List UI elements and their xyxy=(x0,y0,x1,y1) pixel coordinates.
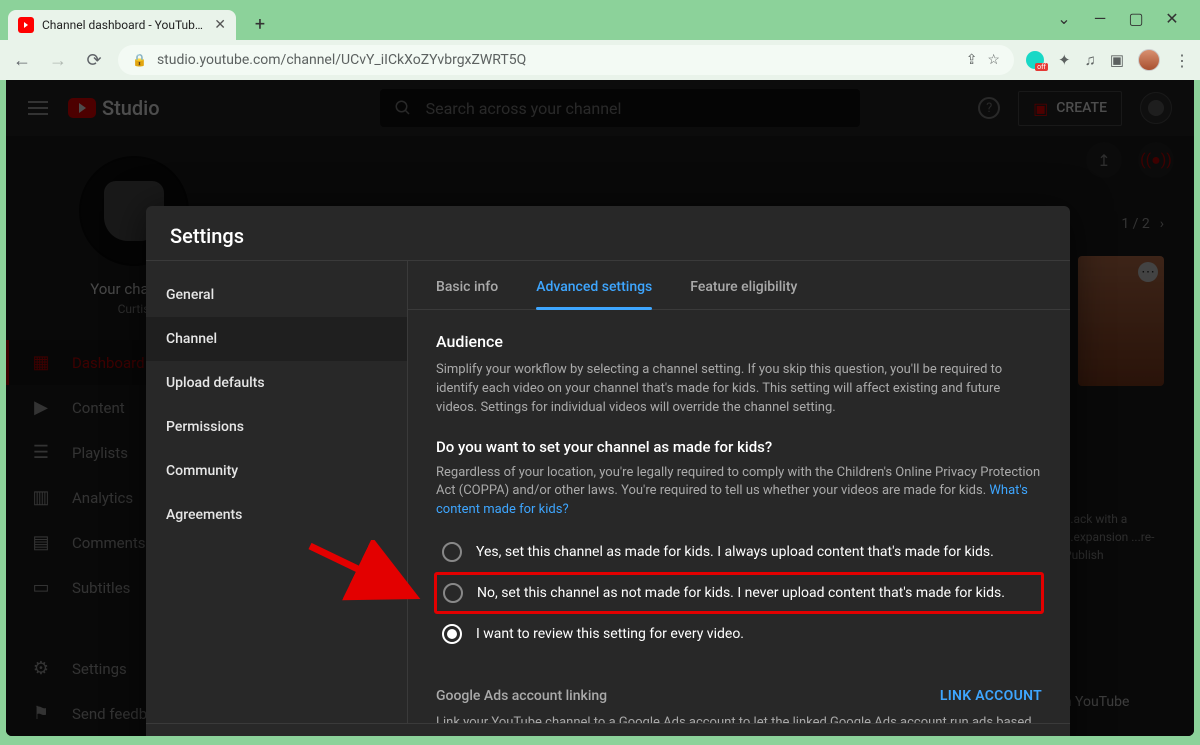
tab-close-icon[interactable]: ✕ xyxy=(214,17,226,33)
ads-linking-title: Google Ads account linking xyxy=(436,688,607,704)
minimize-icon[interactable]: — xyxy=(1092,10,1108,26)
radio-not-kids[interactable]: No, set this channel as not made for kid… xyxy=(443,579,1035,607)
radio-icon xyxy=(443,583,463,603)
radio-label: No, set this channel as not made for kid… xyxy=(477,585,1005,601)
legal-text: Regardless of your location, you're lega… xyxy=(436,465,1040,499)
settings-nav-general[interactable]: General xyxy=(146,273,407,317)
settings-nav-agreements[interactable]: Agreements xyxy=(146,493,407,537)
side-panel-icon[interactable]: ▣ xyxy=(1110,51,1124,69)
radio-icon xyxy=(442,624,462,644)
ads-desc-text: Link your YouTube channel to a Google Ad… xyxy=(436,715,1032,723)
settings-nav-channel[interactable]: Channel xyxy=(146,317,407,361)
settings-content: Basic info Advanced settings Feature eli… xyxy=(408,261,1070,723)
radio-review-each[interactable]: I want to review this setting for every … xyxy=(436,616,1042,652)
settings-nav-community[interactable]: Community xyxy=(146,449,407,493)
audience-legal: Regardless of your location, you're lega… xyxy=(436,464,1042,521)
browser-tab-bar: Channel dashboard - YouTube St ✕ + xyxy=(0,0,1200,40)
extension-badge-icon[interactable] xyxy=(1026,51,1044,69)
share-icon[interactable]: ⇪ xyxy=(966,52,978,68)
new-tab-button[interactable]: + xyxy=(246,10,274,38)
maximize-icon[interactable]: ▢ xyxy=(1128,10,1144,26)
window-controls: ⌄ — ▢ ✕ xyxy=(1036,0,1200,36)
settings-modal: Settings General Channel Upload defaults… xyxy=(146,206,1070,736)
radio-yes-kids[interactable]: Yes, set this channel as made for kids. … xyxy=(436,534,1042,570)
back-button[interactable]: ← xyxy=(10,48,34,72)
browser-toolbar: ← → ⟳ 🔒 studio.youtube.com/channel/UCvY_… xyxy=(0,40,1200,80)
tab-feature-eligibility[interactable]: Feature eligibility xyxy=(690,279,797,309)
modal-title: Settings xyxy=(146,206,1070,260)
reload-button[interactable]: ⟳ xyxy=(82,48,106,72)
app-viewport: Studio Search across your channel ? ▣ CR… xyxy=(6,80,1194,736)
audience-desc: Simplify your workflow by selecting a ch… xyxy=(436,361,1042,418)
forward-button: → xyxy=(46,48,70,72)
close-window-icon[interactable]: ✕ xyxy=(1164,10,1180,26)
tab-advanced-settings[interactable]: Advanced settings xyxy=(536,279,652,309)
tab-title: Channel dashboard - YouTube St xyxy=(42,18,206,32)
profile-avatar-icon[interactable] xyxy=(1138,49,1160,71)
reading-list-icon[interactable]: ♫ xyxy=(1085,51,1096,69)
link-account-button[interactable]: LINK ACCOUNT xyxy=(940,688,1042,704)
url-text: studio.youtube.com/channel/UCvY_iICkXoZY… xyxy=(157,52,956,68)
audience-question: Do you want to set your channel as made … xyxy=(436,438,1042,456)
ads-desc: Link your YouTube channel to a Google Ad… xyxy=(436,714,1042,723)
settings-nav-permissions[interactable]: Permissions xyxy=(146,405,407,449)
radio-label: Yes, set this channel as made for kids. … xyxy=(476,544,994,560)
browser-tab-active[interactable]: Channel dashboard - YouTube St ✕ xyxy=(8,10,236,40)
modal-footer: CLOSE SAVE xyxy=(146,724,1070,736)
radio-icon xyxy=(442,542,462,562)
lock-icon: 🔒 xyxy=(132,53,147,67)
extension-area: ✦ ♫ ▣ ⋮ xyxy=(1026,49,1190,71)
youtube-favicon-icon xyxy=(18,17,34,33)
bookmark-star-icon[interactable]: ☆ xyxy=(987,52,1000,68)
audience-heading: Audience xyxy=(436,332,1042,351)
chevron-down-icon[interactable]: ⌄ xyxy=(1056,10,1072,26)
tab-basic-info[interactable]: Basic info xyxy=(436,279,498,309)
settings-tabs: Basic info Advanced settings Feature eli… xyxy=(408,261,1070,310)
settings-nav-upload[interactable]: Upload defaults xyxy=(146,361,407,405)
address-bar[interactable]: 🔒 studio.youtube.com/channel/UCvY_iICkXo… xyxy=(118,45,1014,75)
radio-label: I want to review this setting for every … xyxy=(476,626,744,642)
extensions-icon[interactable]: ✦ xyxy=(1058,51,1071,69)
kebab-menu-icon[interactable]: ⋮ xyxy=(1174,51,1190,70)
highlight-annotation: No, set this channel as not made for kid… xyxy=(434,572,1044,614)
settings-nav: General Channel Upload defaults Permissi… xyxy=(146,261,408,723)
